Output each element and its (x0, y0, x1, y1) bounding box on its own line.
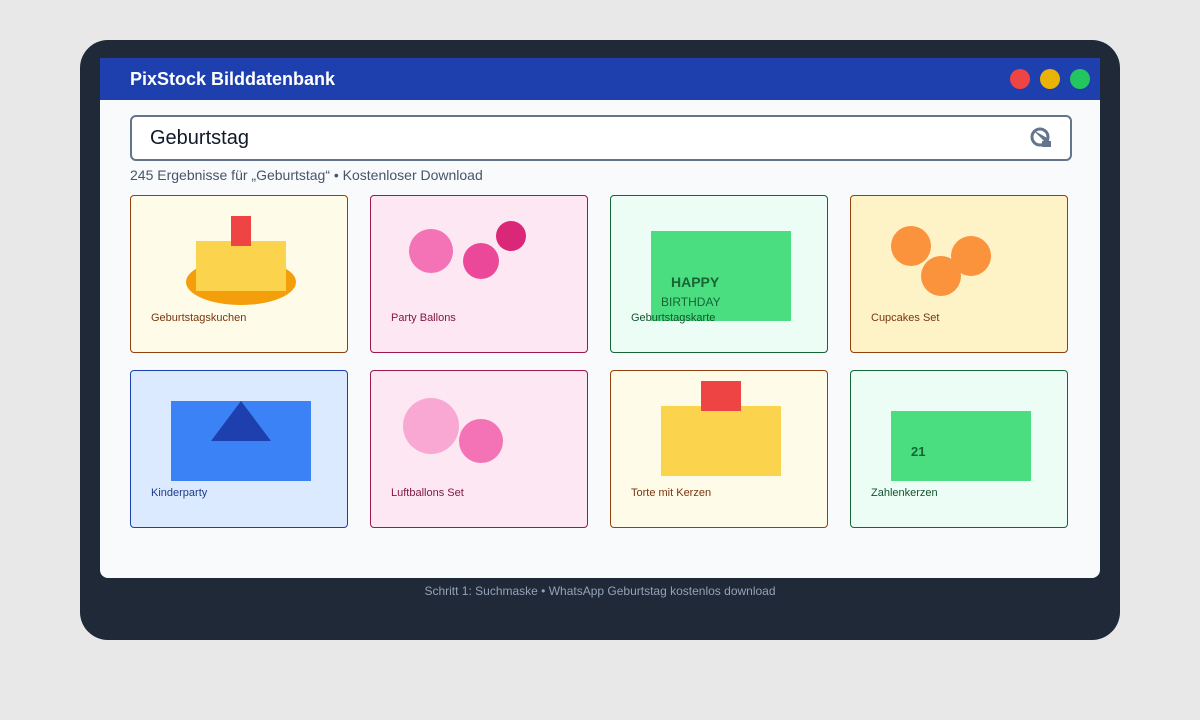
result-card-cupcakes[interactable]: Cupcakes Set (850, 195, 1068, 353)
balloon-shape (403, 398, 459, 454)
result-card-birthday-cake[interactable]: Geburtstagskuchen (130, 195, 348, 353)
close-window-button[interactable] (1010, 69, 1030, 89)
result-card-cake-with-candles[interactable]: Torte mit Kerzen (610, 370, 828, 528)
card-title: Luftballons Set (391, 487, 464, 499)
card-title: Geburtstagskuchen (151, 312, 247, 324)
result-summary: 245 Ergebnisse für „Geburtstag“ • Kosten… (130, 167, 483, 183)
cupcake-shape (891, 226, 931, 266)
search-input[interactable] (150, 117, 1010, 159)
card-text-birthday: BIRTHDAY (661, 295, 721, 309)
number-text: 21 (911, 444, 926, 459)
cupcake-shape (921, 256, 961, 296)
candle-shape (701, 381, 741, 411)
search-bar (130, 115, 1072, 161)
balloon-shape (496, 221, 526, 251)
result-card-party-balloons[interactable]: Party Ballons (370, 195, 588, 353)
result-card-number-candles[interactable]: 21 Zahlenkerzen (850, 370, 1068, 528)
card-title: Cupcakes Set (871, 312, 940, 324)
minimize-window-button[interactable] (1040, 69, 1060, 89)
card-title: Party Ballons (391, 312, 456, 324)
balloon-shape (459, 419, 503, 463)
card-title: Zahlenkerzen (871, 487, 938, 499)
result-card-balloon-set[interactable]: Luftballons Set (370, 370, 588, 528)
footer-caption: Schritt 1: Suchmaske • WhatsApp Geburtst… (424, 584, 776, 598)
cake-body-shape (196, 241, 286, 291)
party-hat-shape (211, 401, 271, 441)
search-icon[interactable] (1030, 127, 1052, 149)
maximize-window-button[interactable] (1070, 69, 1090, 89)
card-text-happy: HAPPY (671, 274, 720, 290)
cake-body-shape (661, 406, 781, 476)
app-title: PixStock Bilddatenbank (130, 69, 336, 89)
card-title: Kinderparty (151, 487, 208, 499)
card-title: Torte mit Kerzen (631, 487, 712, 499)
title-bar: PixStock Bilddatenbank (100, 58, 1100, 100)
app-window: PixStock Bilddatenbank 245 Ergebnisse fü… (100, 58, 1100, 578)
balloon-shape (463, 243, 499, 279)
card-title: Geburtstagskarte (631, 312, 716, 324)
balloon-shape (409, 229, 453, 273)
result-card-kids-party[interactable]: Kinderparty (130, 370, 348, 528)
candle-shape (231, 216, 251, 246)
result-card-birthday-card[interactable]: HAPPY BIRTHDAY Geburtstagskarte (610, 195, 828, 353)
